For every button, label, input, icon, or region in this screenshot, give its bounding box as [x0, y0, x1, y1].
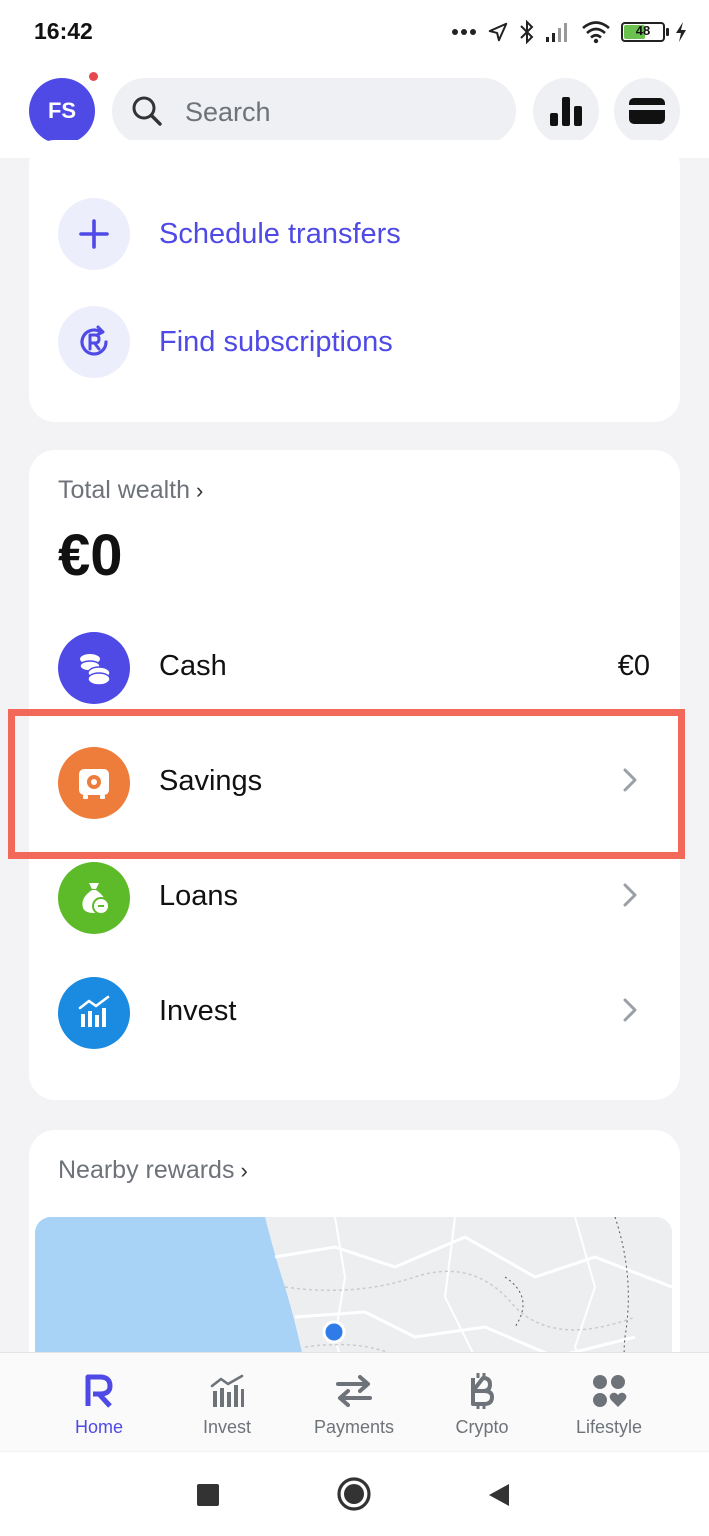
nav-tab-lifestyle[interactable]: Lifestyle [549, 1353, 669, 1452]
chevron-right-icon [623, 883, 637, 907]
savings-highlight-box [8, 709, 685, 859]
nav-tab-home[interactable]: Home [39, 1353, 159, 1452]
stocks-icon [58, 977, 130, 1049]
more-dots-icon [452, 29, 476, 35]
wifi-icon [582, 21, 610, 44]
battery-icon: 48 [621, 22, 669, 42]
nearby-rewards-card: Nearby rewards › [29, 1130, 680, 1390]
back-button[interactable] [487, 1482, 511, 1508]
card-icon [629, 98, 665, 124]
avatar[interactable]: FS [29, 78, 95, 144]
recents-button[interactable] [197, 1484, 219, 1506]
total-wealth-title: Total wealth [58, 476, 191, 504]
nav-label-home: Home [74, 1417, 123, 1437]
chevron-right-icon: › [196, 478, 204, 503]
status-icons: 48 [451, 14, 687, 50]
avatar-initials: FS [47, 98, 77, 123]
analytics-icon [550, 97, 582, 126]
plus-icon [58, 198, 130, 270]
bitcoin-icon [462, 1371, 502, 1411]
location-icon [488, 22, 508, 42]
bluetooth-icon [520, 19, 534, 45]
total-wealth-link[interactable]: Total wealth › [58, 476, 203, 505]
total-wealth-amount: €0 [58, 523, 123, 588]
transfer-arrows-icon [334, 1371, 374, 1411]
nav-tab-invest[interactable]: Invest [167, 1353, 287, 1452]
lifestyle-icon [589, 1371, 629, 1411]
find-subscriptions-action[interactable]: Find subscriptions [58, 306, 393, 378]
cards-button[interactable] [614, 78, 680, 144]
status-bar: 16:42 48 [0, 0, 709, 62]
money-bag-icon [58, 862, 130, 934]
nav-label-payments: Payments [313, 1417, 395, 1437]
search-placeholder: Search [185, 97, 271, 127]
chevron-right-icon [623, 998, 637, 1022]
charging-icon [676, 22, 686, 42]
chevron-right-icon: › [240, 1158, 248, 1183]
notification-dot [89, 72, 98, 81]
signal-icon [546, 23, 567, 42]
nav-label-lifestyle: Lifestyle [575, 1417, 643, 1437]
quick-actions-card: Schedule transfers Find subscriptions [29, 140, 680, 422]
status-time: 16:42 [34, 18, 93, 44]
schedule-transfers-label: Schedule transfers [159, 217, 401, 250]
account-value-cash: €0 [617, 650, 650, 682]
subscription-icon [58, 306, 130, 378]
account-row-cash[interactable]: Cash €0 [29, 612, 680, 724]
nav-tab-crypto[interactable]: Crypto [422, 1353, 542, 1452]
account-row-invest[interactable]: Invest [29, 957, 680, 1069]
nav-label-crypto: Crypto [455, 1417, 509, 1437]
nav-label-invest: Invest [202, 1417, 252, 1437]
revolut-r-icon [79, 1371, 119, 1411]
search-icon [132, 96, 162, 126]
battery-level: 48 [635, 23, 651, 38]
schedule-transfers-action[interactable]: Schedule transfers [58, 198, 401, 270]
analytics-button[interactable] [533, 78, 599, 144]
account-label-cash: Cash [159, 650, 227, 682]
coins-icon [58, 632, 130, 704]
account-label-invest: Invest [159, 995, 237, 1027]
stocks-icon [207, 1371, 247, 1411]
nearby-rewards-link[interactable]: Nearby rewards › [58, 1156, 248, 1185]
system-navigation-bar [0, 1452, 709, 1536]
nav-tab-payments[interactable]: Payments [294, 1353, 414, 1452]
account-label-loans: Loans [159, 880, 239, 912]
home-button[interactable] [336, 1476, 372, 1512]
find-subscriptions-label: Find subscriptions [159, 325, 393, 358]
bottom-navigation: Home Invest Payments Crypto Lifestyle [0, 1352, 709, 1451]
search-input[interactable]: Search [112, 78, 516, 144]
current-location-marker [322, 1320, 346, 1344]
nearby-rewards-title: Nearby rewards [58, 1156, 235, 1184]
